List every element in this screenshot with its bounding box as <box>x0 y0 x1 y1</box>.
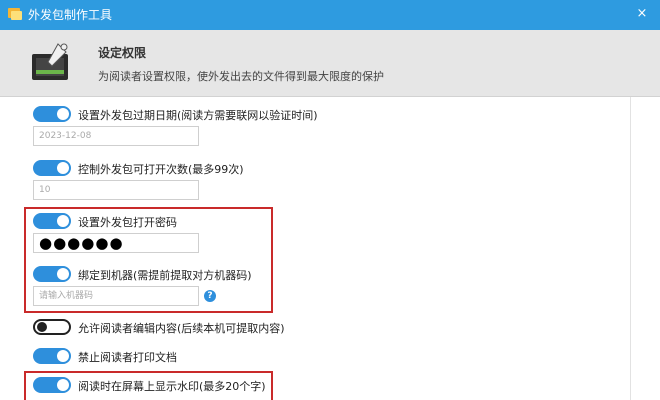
page-title: 设定权限 <box>98 46 147 60</box>
password-toggle[interactable] <box>33 213 71 229</box>
password-field[interactable]: ●●●●●● <box>33 233 199 253</box>
bind-machine-label: 绑定到机器(需提前提取对方机器码) <box>78 269 252 282</box>
title-bar: 外发包制作工具 × <box>0 0 660 30</box>
page-subtitle: 为阅读者设置权限，使外发出去的文件得到最大限度的保护 <box>98 70 384 83</box>
help-icon[interactable]: ? <box>204 290 216 302</box>
permission-settings-icon <box>32 43 68 80</box>
close-button[interactable]: × <box>634 6 650 22</box>
watermark-label: 阅读时在屏幕上显示水印(最多20个字) <box>78 380 266 393</box>
vertical-scrollbar[interactable] <box>630 97 660 400</box>
allow-edit-label: 允许阅读者编辑内容(后续本机可提取内容) <box>78 322 285 335</box>
expiry-date-toggle[interactable] <box>33 106 71 122</box>
expiry-date-field[interactable]: 2023-12-08 <box>33 126 199 146</box>
expiry-date-label: 设置外发包过期日期(阅读方需要联网以验证时间) <box>78 109 318 122</box>
open-count-toggle[interactable] <box>33 160 71 176</box>
toggle-knob <box>57 268 69 280</box>
watermark-toggle[interactable] <box>33 377 71 393</box>
forbid-print-label: 禁止阅读者打印文档 <box>78 351 177 364</box>
toggle-knob <box>37 322 47 332</box>
page-header: 设定权限 为阅读者设置权限，使外发出去的文件得到最大限度的保护 <box>0 30 660 97</box>
open-count-field[interactable]: 10 <box>33 180 199 200</box>
forbid-print-toggle[interactable] <box>33 348 71 364</box>
open-count-label: 控制外发包可打开次数(最多99次) <box>78 163 244 176</box>
allow-edit-toggle[interactable] <box>33 319 71 335</box>
password-label: 设置外发包打开密码 <box>78 216 177 229</box>
toggle-knob <box>57 379 69 391</box>
window-title: 外发包制作工具 <box>28 8 113 22</box>
folder-icon <box>8 8 22 20</box>
toggle-knob <box>57 162 69 174</box>
bind-machine-toggle[interactable] <box>33 266 71 282</box>
machine-code-input[interactable]: 请输入机器码 <box>33 286 199 306</box>
toggle-knob <box>57 215 69 227</box>
toggle-knob <box>57 108 69 120</box>
toggle-knob <box>57 350 69 362</box>
